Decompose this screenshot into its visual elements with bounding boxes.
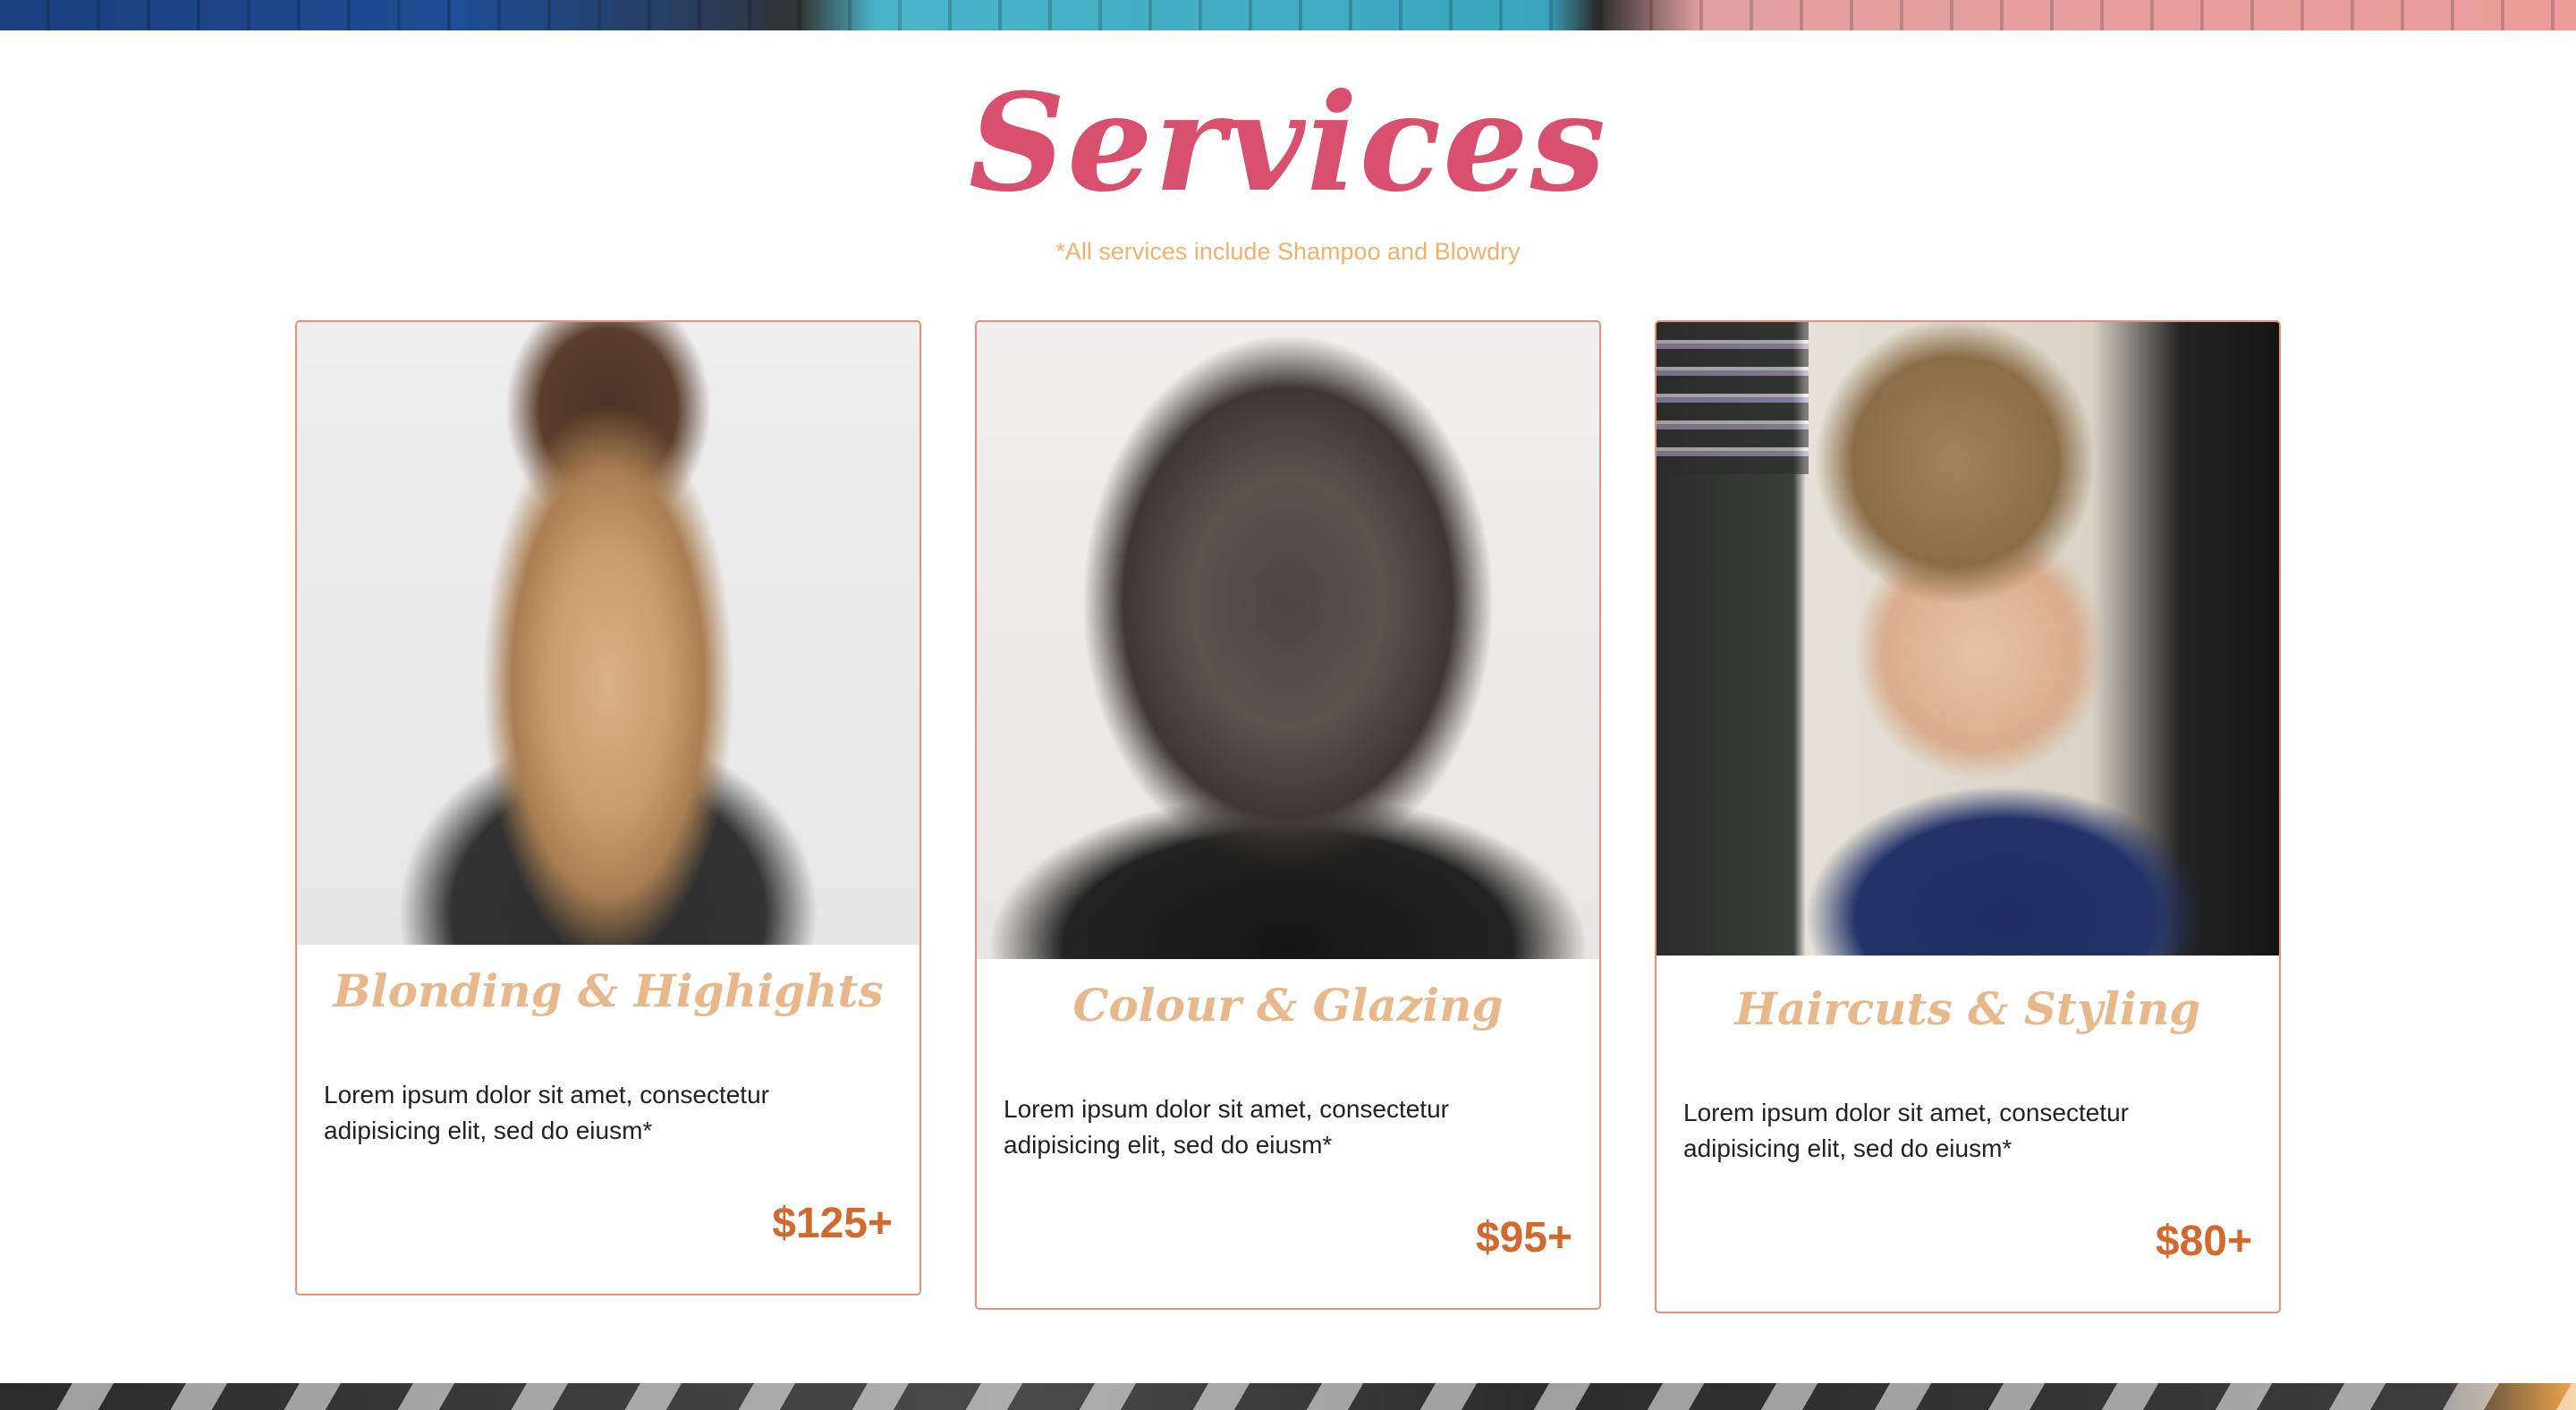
service-description: Lorem ipsum dolor sit amet, consectetur … — [1683, 1099, 2129, 1162]
services-note: *All services include Shampoo and Blowdr… — [1055, 238, 1521, 265]
top-banner-image — [0, 0, 2576, 30]
service-title: Colour & Glazing — [1072, 979, 1504, 1032]
service-description: Lorem ipsum dolor sit amet, consectetur … — [324, 1081, 769, 1144]
service-price: $95+ — [1475, 1214, 1572, 1261]
service-description: Lorem ipsum dolor sit amet, consectetur … — [1004, 1095, 1449, 1159]
service-title: Blonding & Highights — [333, 964, 884, 1017]
service-photo — [977, 322, 1599, 959]
bottom-banner-image — [0, 1383, 2576, 1410]
service-card-blonding: Blonding & Highights Lorem ipsum dolor s… — [295, 320, 921, 1295]
service-price: $80+ — [2155, 1218, 2252, 1265]
service-title: Haircuts & Styling — [1734, 982, 2201, 1035]
service-card-haircuts: Haircuts & Styling Lorem ipsum dolor sit… — [1655, 320, 2281, 1313]
service-photo — [1657, 322, 2279, 956]
service-price: $125+ — [772, 1200, 893, 1247]
service-photo — [297, 322, 919, 945]
service-card-colour: Colour & Glazing Lorem ipsum dolor sit a… — [975, 320, 1601, 1310]
services-heading: Services — [968, 64, 1608, 222]
